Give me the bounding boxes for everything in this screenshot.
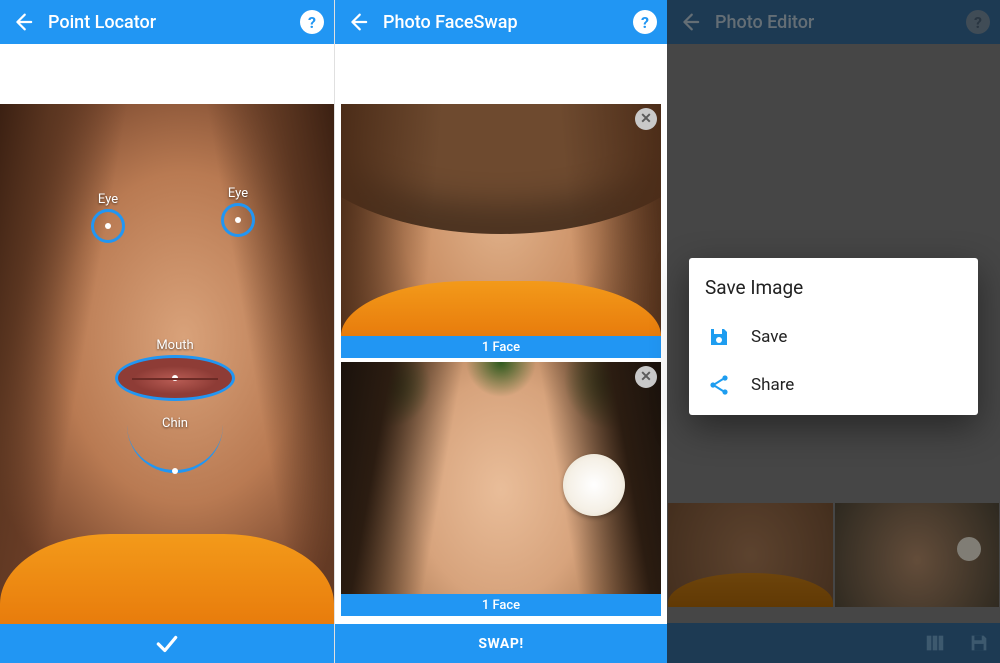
panel-photo-editor: Photo Editor ? Save Image: [667, 0, 1000, 663]
marker-mouth[interactable]: Mouth: [115, 338, 235, 401]
panel-point-locator: Point Locator ? Eye Eye Mouth: [0, 0, 334, 663]
source-photo-card[interactable]: ✕ 1 Face: [341, 104, 661, 358]
dialog-option-label: Share: [751, 375, 794, 395]
marker-chin[interactable]: Chin: [127, 416, 223, 473]
face-count-strip: 1 Face: [341, 336, 661, 358]
remove-photo-button[interactable]: ✕: [635, 366, 657, 388]
marker-right-eye[interactable]: Eye: [221, 186, 255, 237]
check-icon: [154, 631, 180, 657]
face-count-label: 1 Face: [482, 340, 520, 355]
back-button[interactable]: [341, 6, 373, 38]
header-point-locator: Point Locator ?: [0, 0, 334, 44]
face-count-strip: 1 Face: [341, 594, 661, 616]
dialog-option-share[interactable]: Share: [705, 361, 962, 409]
header-spacer: [0, 44, 334, 104]
source-photos-list: ✕ 1 Face ✕ 1 Face: [335, 104, 667, 624]
source-photo: [341, 362, 661, 594]
save-icon: [705, 323, 733, 351]
marker-label: Eye: [98, 192, 118, 207]
face-count-label: 1 Face: [482, 598, 520, 613]
mouth-oval-icon: [115, 355, 235, 401]
help-icon: ?: [308, 13, 316, 32]
close-icon: ✕: [640, 369, 652, 385]
back-button[interactable]: [6, 6, 38, 38]
photo-viewport[interactable]: Eye Eye Mouth Chin: [0, 104, 334, 624]
panel-faceswap: Photo FaceSwap ? ✕ 1 Face: [334, 0, 667, 663]
close-icon: ✕: [640, 111, 652, 127]
arrow-left-icon: [346, 11, 368, 33]
remove-photo-button[interactable]: ✕: [635, 108, 657, 130]
marker-label: Mouth: [156, 338, 193, 353]
eye-circle-icon: [91, 209, 125, 243]
swap-button-label: SWAP!: [478, 636, 523, 652]
header-spacer: [335, 44, 667, 104]
help-button[interactable]: ?: [633, 10, 657, 34]
help-button[interactable]: ?: [300, 10, 324, 34]
header-title: Photo FaceSwap: [373, 12, 633, 33]
dialog-option-save[interactable]: Save: [705, 313, 962, 361]
swap-button[interactable]: SWAP!: [335, 624, 667, 663]
header-faceswap: Photo FaceSwap ?: [335, 0, 667, 44]
marker-label: Eye: [228, 186, 248, 201]
chin-arc-icon: [127, 425, 223, 473]
share-icon: [705, 371, 733, 399]
help-icon: ?: [641, 13, 649, 32]
source-photo-card[interactable]: ✕ 1 Face: [341, 362, 661, 616]
dialog-title: Save Image: [705, 276, 962, 299]
arrow-left-icon: [11, 11, 33, 33]
eye-circle-icon: [221, 203, 255, 237]
source-photo: [341, 104, 661, 336]
save-image-dialog: Save Image Save Share: [689, 258, 978, 415]
dialog-option-label: Save: [751, 327, 787, 347]
header-title: Point Locator: [38, 12, 300, 33]
confirm-button[interactable]: [0, 624, 334, 663]
marker-left-eye[interactable]: Eye: [91, 192, 125, 243]
